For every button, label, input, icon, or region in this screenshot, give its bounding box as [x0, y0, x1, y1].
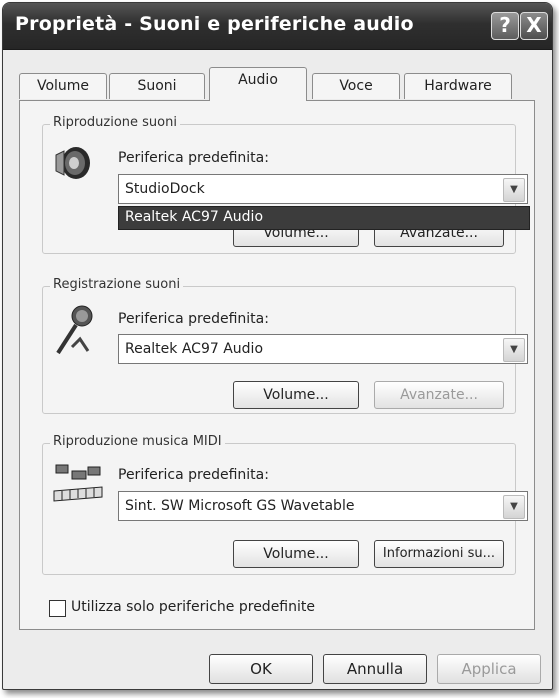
tab-audio[interactable]: Audio [209, 67, 307, 101]
recording-volume-button[interactable]: Volume... [233, 381, 359, 409]
default-devices-checkbox[interactable] [49, 600, 66, 617]
midi-volume-button[interactable]: Volume... [233, 540, 359, 568]
speaker-icon [55, 147, 90, 179]
cancel-button[interactable]: Annulla [323, 654, 427, 684]
chevron-down-icon[interactable]: ▼ [503, 495, 525, 519]
tab-voce[interactable]: Voce [312, 73, 400, 99]
tab-suoni[interactable]: Suoni [109, 73, 205, 99]
midi-device-select[interactable]: Sint. SW Microsoft GS Wavetable ▼ [118, 491, 528, 521]
playback-group-label: Riproduzione suoni [50, 115, 180, 130]
help-button[interactable]: ? [491, 12, 519, 40]
window-title: Proprietà - Suoni e periferiche audio [15, 13, 414, 35]
close-button[interactable]: X [520, 12, 548, 40]
audio-tab-panel: Riproduzione suoni Periferica predefinit… [19, 100, 535, 630]
recording-device-select[interactable]: Realtek AC97 Audio ▼ [118, 334, 528, 364]
midi-keyboard-icon [53, 464, 103, 502]
chevron-down-icon[interactable]: ▼ [503, 178, 525, 202]
playback-device-label: Periferica predefinita: [118, 150, 269, 166]
chevron-down-icon[interactable]: ▼ [503, 338, 525, 362]
midi-device-label: Periferica predefinita: [118, 467, 269, 483]
help-icon: ? [499, 13, 511, 37]
tab-hardware[interactable]: Hardware [404, 73, 512, 99]
midi-device-value: Sint. SW Microsoft GS Wavetable [125, 498, 355, 514]
properties-window: Proprietà - Suoni e periferiche audio ? … [2, 2, 553, 690]
apply-button: Applica [437, 654, 541, 684]
playback-dropdown-option-text: Realtek AC97 Audio [125, 209, 264, 225]
midi-info-button[interactable]: Informazioni su... [374, 540, 504, 568]
playback-device-value: StudioDock [125, 181, 205, 197]
playback-device-select[interactable]: StudioDock ▼ [118, 174, 528, 204]
tab-volume[interactable]: Volume [19, 73, 107, 99]
default-devices-checkbox-label: Utilizza solo periferiche predefinite [71, 599, 315, 615]
playback-dropdown-option[interactable]: Realtek AC97 Audio [118, 206, 530, 230]
midi-group-label: Riproduzione musica MIDI [50, 434, 225, 449]
recording-device-label: Periferica predefinita: [118, 311, 269, 327]
recording-group-label: Registrazione suoni [50, 277, 184, 292]
close-icon: X [526, 13, 542, 37]
title-bar[interactable]: Proprietà - Suoni e periferiche audio ? … [3, 3, 552, 50]
microphone-icon [56, 305, 93, 355]
ok-button[interactable]: OK [209, 654, 313, 684]
recording-advanced-button: Avanzate... [374, 381, 504, 409]
recording-device-value: Realtek AC97 Audio [125, 341, 264, 357]
